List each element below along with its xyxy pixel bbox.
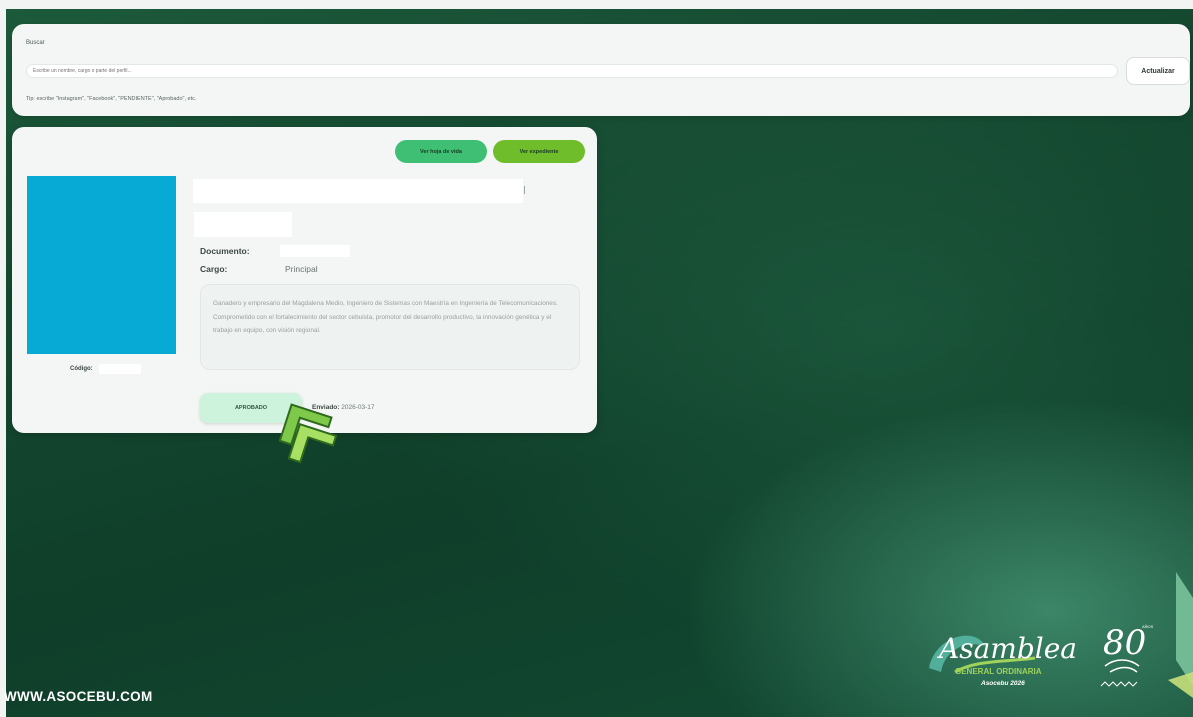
top-bar [0, 0, 1193, 9]
code-value-redacted [98, 364, 141, 374]
document-label: Documento: [200, 246, 250, 256]
candidate-photo [27, 176, 176, 354]
text-caret [524, 186, 525, 194]
code-row: Código: [70, 364, 141, 374]
anniversary-number: 80 [1103, 623, 1146, 663]
cargo-value: Principal [285, 264, 318, 274]
sent-value: 2026-03-17 [341, 404, 375, 411]
view-file-button[interactable]: Ver expediente [493, 140, 585, 163]
search-tip: Tip: escribe "Instagram", "Facebook", "P… [26, 96, 197, 102]
cargo-row: Cargo: Principal [200, 264, 318, 274]
logo-line2: Asocebu 2026 [980, 680, 1025, 687]
candidate-card: Ver hoja de vida Ver expediente Código: … [12, 127, 597, 433]
left-strip [0, 0, 6, 717]
document-row: Documento: [200, 245, 350, 257]
website-url: WWW.ASOCEBU.COM [4, 689, 153, 704]
brand-cursor-icon [278, 403, 338, 464]
logo-script: Asamblea [936, 632, 1077, 665]
candidate-name-redacted [193, 179, 523, 203]
document-value-redacted [280, 245, 350, 257]
search-label: Buscar [26, 40, 45, 46]
refresh-button[interactable]: Actualizar [1126, 57, 1190, 85]
logo-line1: GENERAL ORDINARIA [955, 667, 1042, 676]
candidate-bio: Ganadero y empresario del Magdalena Medi… [200, 284, 580, 370]
right-arrow-decoration [1168, 572, 1193, 698]
code-label: Código: [70, 366, 93, 372]
view-resume-button[interactable]: Ver hoja de vida [395, 140, 487, 163]
assembly-logo: Asamblea GENERAL ORDINARIA Asocebu 2026 … [929, 623, 1154, 687]
search-input[interactable] [26, 64, 1118, 78]
search-panel: Buscar Actualizar Tip: escribe "Instagra… [12, 24, 1190, 116]
cargo-label: Cargo: [200, 264, 228, 274]
candidate-subtitle-redacted [194, 212, 292, 237]
anniversary-word: AÑOS [1142, 624, 1154, 629]
